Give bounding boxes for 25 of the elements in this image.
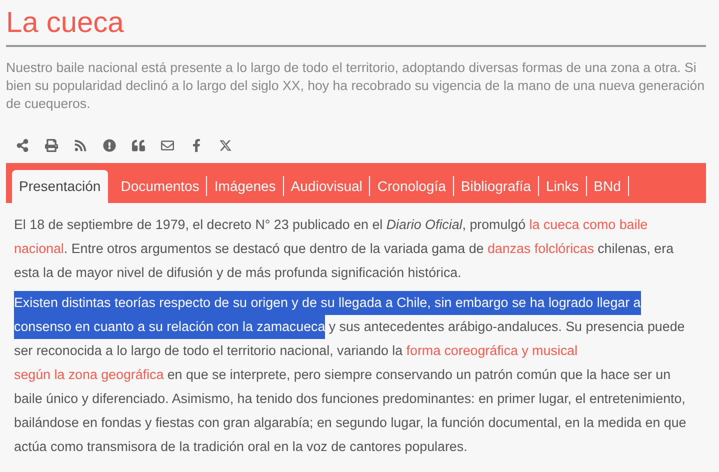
tab[interactable]: Audiovisual [284, 176, 370, 196]
rss-icon[interactable] [74, 138, 87, 152]
tab[interactable]: Presentación [12, 170, 108, 203]
exclamation-icon[interactable] [103, 138, 116, 152]
text-link[interactable]: forma coreográfica y musical [406, 339, 578, 363]
tab[interactable]: Links [538, 176, 587, 196]
text-link[interactable]: la cueca como baile [529, 213, 648, 237]
text-link[interactable]: nacional [14, 237, 64, 261]
text-selection: Existen distintas teorías respecto de su origen y de su llegada a Chile, sin embargo se ha logrado llegar a [14, 291, 641, 315]
tab[interactable]: BNd [586, 176, 629, 196]
mail-icon[interactable] [161, 138, 174, 152]
tab[interactable]: Documentos [114, 176, 208, 196]
x-icon[interactable] [219, 138, 232, 152]
tab[interactable]: Cronología [370, 176, 454, 196]
body-paragraph: El 18 de septiembre de 1979, el decreto N° 23 publicado en el Diario Oficial, promulgó la cueca como baile nacional. Entre otros argumentos se destacó que dentro de la variada gama de danzas folclóricas chilenas, era esta la de mayor nivel de difusión y de más profunda significación histórica. [14, 213, 692, 285]
page-title: La cueca [6, 4, 706, 47]
print-icon[interactable] [45, 138, 58, 152]
tab[interactable]: Imágenes [207, 176, 284, 196]
quote-icon[interactable] [132, 138, 145, 152]
intro-text: Nuestro baile nacional está presente a lo largo de todo el territorio, adoptando diversas formas de una zona a otra. Si bien su popularidad declinó a lo largo del siglo XX, hoy ha recobrado su vigencia de la mano de una nueva generación de cuequeros. [6, 59, 706, 113]
share-icon[interactable] [16, 138, 29, 152]
tab[interactable]: Bibliografía [454, 176, 539, 196]
text-link[interactable]: según la zona geográfica [14, 363, 164, 387]
text-link[interactable]: danzas folclóricas [487, 237, 594, 261]
facebook-icon[interactable] [190, 138, 203, 152]
